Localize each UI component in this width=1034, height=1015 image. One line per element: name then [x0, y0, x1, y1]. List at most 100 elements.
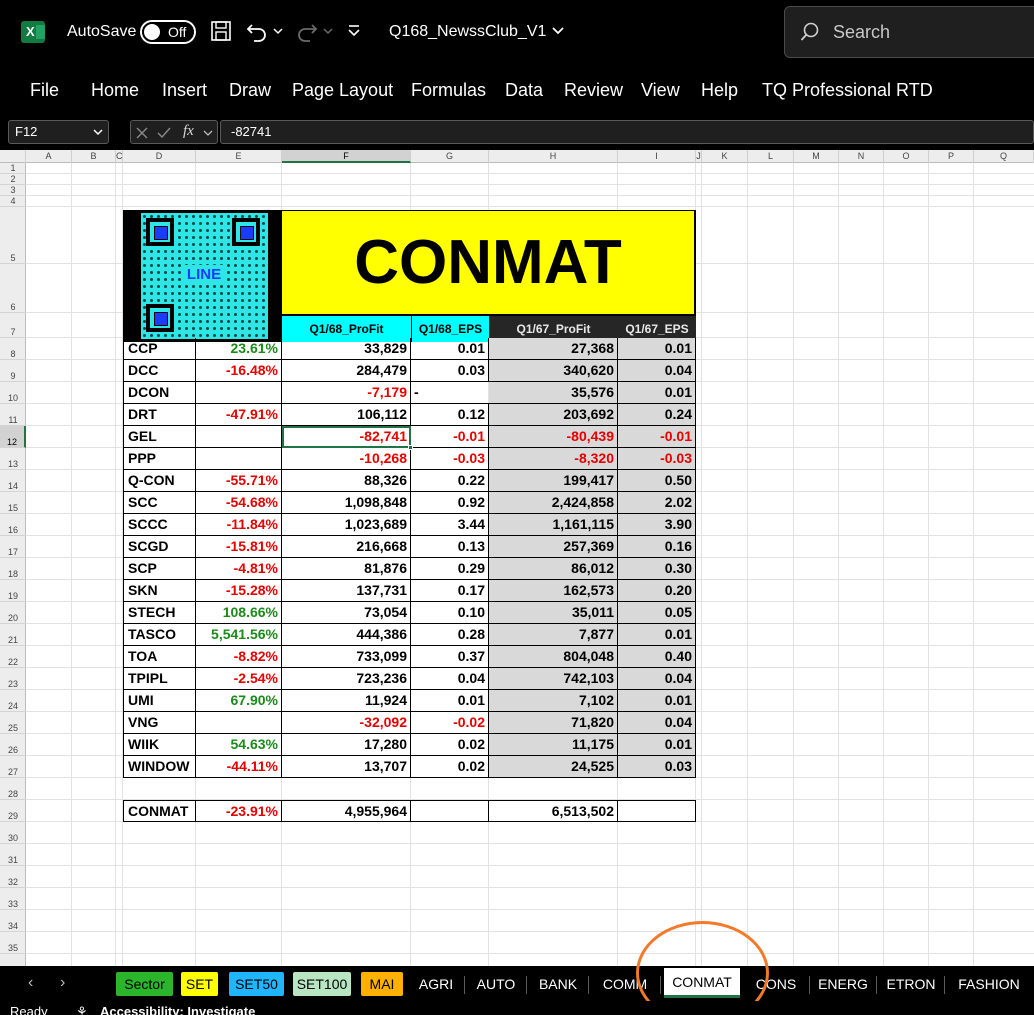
- row-header-30[interactable]: 30: [0, 822, 26, 844]
- cell-eps68-wiik[interactable]: 0.02: [411, 734, 489, 756]
- cell-eps67-drt[interactable]: 0.24: [618, 404, 696, 426]
- tab-view[interactable]: View: [641, 80, 680, 101]
- cell-pct-window[interactable]: -44.11%: [196, 756, 282, 778]
- tab-insert[interactable]: Insert: [162, 80, 207, 101]
- cell-eps67-scc[interactable]: 2.02: [618, 492, 696, 514]
- cell-eps67-ccp[interactable]: 0.01: [618, 338, 696, 360]
- cell-eps68-window[interactable]: 0.02: [411, 756, 489, 778]
- customize-toolbar-icon[interactable]: [344, 16, 364, 46]
- cell-eps68-vng[interactable]: -0.02: [411, 712, 489, 734]
- cell-profit67-skn[interactable]: 162,573: [489, 580, 618, 602]
- row-header-17[interactable]: 17: [0, 536, 26, 558]
- column-header-f[interactable]: F: [282, 150, 411, 163]
- row-header-34[interactable]: 34: [0, 910, 26, 932]
- row-header-4[interactable]: 4: [0, 196, 26, 207]
- sheet-tab-comm[interactable]: COMM: [592, 972, 658, 996]
- cell-pct-stech[interactable]: 108.66%: [196, 602, 282, 624]
- search-box[interactable]: Search: [784, 6, 1034, 58]
- cell-pct-wiik[interactable]: 54.63%: [196, 734, 282, 756]
- cell-name-scp[interactable]: SCP: [123, 558, 196, 580]
- sheet-tab-set[interactable]: SET: [181, 972, 218, 996]
- column-header-e[interactable]: E: [196, 150, 282, 163]
- column-header-c[interactable]: C: [116, 150, 123, 163]
- cancel-icon[interactable]: [135, 126, 149, 140]
- autosave-toggle[interactable]: Off: [140, 20, 196, 44]
- cell-profit67-umi[interactable]: 7,102: [489, 690, 618, 712]
- cell-pct-vng[interactable]: [196, 712, 282, 734]
- cell-profit67-vng[interactable]: 71,820: [489, 712, 618, 734]
- cell-eps67-toa[interactable]: 0.40: [618, 646, 696, 668]
- cell-eps67-ppp[interactable]: -0.03: [618, 448, 696, 470]
- scroll-tabs-left-icon[interactable]: ‹: [28, 974, 33, 992]
- column-header-n[interactable]: N: [839, 150, 884, 163]
- cell-profit67-ccp[interactable]: 27,368: [489, 338, 618, 360]
- row-header-25[interactable]: 25: [0, 712, 26, 734]
- tab-page-layout[interactable]: Page Layout: [292, 80, 393, 101]
- cell-eps67-scp[interactable]: 0.30: [618, 558, 696, 580]
- sheet-tab-set100[interactable]: SET100: [293, 972, 351, 996]
- cell-eps68-scp[interactable]: 0.29: [411, 558, 489, 580]
- cell-eps68-skn[interactable]: 0.17: [411, 580, 489, 602]
- row-header-2[interactable]: 2: [0, 174, 26, 185]
- insert-function-icon[interactable]: fx: [183, 123, 194, 140]
- cell-eps68-scc[interactable]: 0.92: [411, 492, 489, 514]
- column-header-a[interactable]: A: [26, 150, 72, 163]
- cell-profit68-gel[interactable]: -82,741: [282, 426, 411, 448]
- cell-pct-toa[interactable]: -8.82%: [196, 646, 282, 668]
- cell-pct-umi[interactable]: 67.90%: [196, 690, 282, 712]
- row-header-10[interactable]: 10: [0, 382, 26, 404]
- row-header-6[interactable]: 6: [0, 264, 26, 313]
- cell-profit67-dcc[interactable]: 340,620: [489, 360, 618, 382]
- cell-name-skn[interactable]: SKN: [123, 580, 196, 602]
- cell-eps67-sccc[interactable]: 3.90: [618, 514, 696, 536]
- enter-check-icon[interactable]: [157, 126, 171, 140]
- cell-profit67-toa[interactable]: 804,048: [489, 646, 618, 668]
- tab-help[interactable]: Help: [701, 80, 738, 101]
- row-header-24[interactable]: 24: [0, 690, 26, 712]
- cell-name-ppp[interactable]: PPP: [123, 448, 196, 470]
- cell-eps68-tasco[interactable]: 0.28: [411, 624, 489, 646]
- cell-profit68-dcc[interactable]: 284,479: [282, 360, 411, 382]
- cell-name-ccp[interactable]: CCP: [123, 338, 196, 360]
- cell-profit67-scgd[interactable]: 257,369: [489, 536, 618, 558]
- cell-eps68-sccc[interactable]: 3.44: [411, 514, 489, 536]
- status-accessibility[interactable]: Accessibility: Investigate: [100, 1004, 255, 1015]
- row-header-33[interactable]: 33: [0, 888, 26, 910]
- undo-dropdown-icon[interactable]: [270, 16, 286, 46]
- cell-name-toa[interactable]: TOA: [123, 646, 196, 668]
- worksheet-grid[interactable]: ABCDEFGHIJKLMNOPQ 1 2 3 4 5 6 7 8 9 10 11 12 13 14 15 1…: [0, 150, 1034, 966]
- redo-dropdown-icon[interactable]: [320, 16, 336, 46]
- column-header-l[interactable]: L: [748, 150, 794, 163]
- row-header-8[interactable]: 8: [0, 338, 26, 360]
- cell-eps68-umi[interactable]: 0.01: [411, 690, 489, 712]
- row-header-29[interactable]: 29: [0, 800, 26, 822]
- row-header-15[interactable]: 15: [0, 492, 26, 514]
- row-header-31[interactable]: 31: [0, 844, 26, 866]
- row-header-9[interactable]: 9: [0, 360, 26, 382]
- cell-pct-drt[interactable]: -47.91%: [196, 404, 282, 426]
- cell-name-q-con[interactable]: Q-CON: [123, 470, 196, 492]
- cell-profit68-q-con[interactable]: 88,326: [282, 470, 411, 492]
- scroll-tabs-right-icon[interactable]: ›: [60, 974, 65, 992]
- cell-eps68-tpipl[interactable]: 0.04: [411, 668, 489, 690]
- column-header-i[interactable]: I: [618, 150, 696, 163]
- row-header-28[interactable]: 28: [0, 778, 26, 800]
- sheet-tab-energ[interactable]: ENERG: [812, 972, 874, 996]
- cell-name-stech[interactable]: STECH: [123, 602, 196, 624]
- cell-name-tasco[interactable]: TASCO: [123, 624, 196, 646]
- row-header-23[interactable]: 23: [0, 668, 26, 690]
- row-header-13[interactable]: 13: [0, 448, 26, 470]
- row-header-27[interactable]: 27: [0, 756, 26, 778]
- save-icon[interactable]: [208, 16, 234, 46]
- cell-name-vng[interactable]: VNG: [123, 712, 196, 734]
- cell-profit67-tasco[interactable]: 7,877: [489, 624, 618, 646]
- cell-pct-scgd[interactable]: -15.81%: [196, 536, 282, 558]
- cell-eps68-scgd[interactable]: 0.13: [411, 536, 489, 558]
- cell-name-tpipl[interactable]: TPIPL: [123, 668, 196, 690]
- cell-profit68-scp[interactable]: 81,876: [282, 558, 411, 580]
- row-header-14[interactable]: 14: [0, 470, 26, 492]
- cell-pct-ppp[interactable]: [196, 448, 282, 470]
- cell-profit67-scp[interactable]: 86,012: [489, 558, 618, 580]
- cell-pct-skn[interactable]: -15.28%: [196, 580, 282, 602]
- cell-eps67-stech[interactable]: 0.05: [618, 602, 696, 624]
